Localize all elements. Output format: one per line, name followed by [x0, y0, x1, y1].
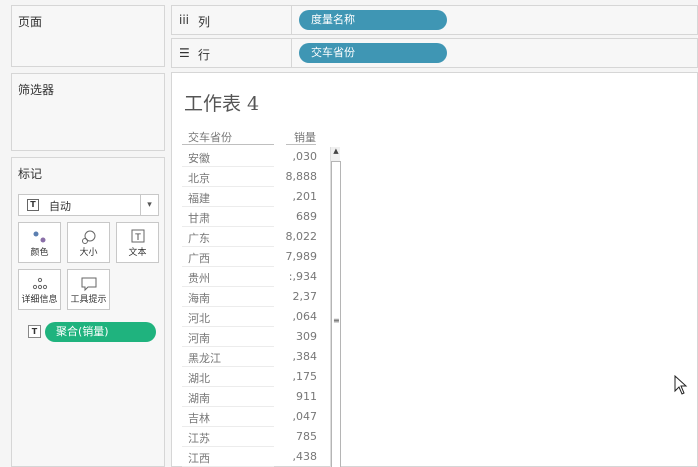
dropdown-arrow-icon[interactable]: ▾ [140, 195, 158, 215]
marks-field-row: T 聚合(销量) [28, 322, 158, 342]
rows-label: 行 [198, 48, 211, 62]
province-pill[interactable]: 交车省份 [299, 43, 447, 63]
table-row[interactable]: 广东 8,022 [182, 227, 317, 247]
scroll-thumb[interactable]: ≡ [331, 161, 341, 467]
province-cell: 湖北 [188, 372, 210, 385]
sales-cell: ,030 [292, 150, 318, 163]
tooltip-icon [68, 276, 109, 292]
columns-icon: iii [179, 13, 190, 27]
columns-label: 列 [198, 15, 211, 29]
sales-cell: 911 [296, 390, 317, 403]
province-cell: 广西 [188, 252, 210, 265]
sales-cell: :,934 [288, 270, 317, 283]
sales-cell: 689 [296, 210, 317, 223]
worksheet-view[interactable]: 工作表 4 交车省份 销量 安徽 ,030 北京 8,888 福建 ,201 甘肃 689 广东… [171, 72, 698, 467]
province-cell: 广东 [188, 232, 210, 245]
rows-shelf[interactable]: ☰ 行 交车省份 [171, 38, 698, 68]
province-cell: 吉林 [188, 412, 210, 425]
color-label: 颜色 [30, 248, 49, 258]
province-cell: 黑龙江 [188, 352, 221, 365]
sales-cell: ,064 [292, 310, 318, 323]
sales-cell: 2,37 [292, 290, 318, 303]
province-column-header[interactable]: 交车省份 [188, 129, 232, 145]
detail-label: 详细信息 [21, 295, 58, 305]
table-row[interactable]: 甘肃 689 [182, 207, 317, 227]
sales-cell: ,438 [292, 450, 318, 463]
filters-card[interactable]: 筛选器 [11, 73, 165, 151]
province-cell: 河北 [188, 312, 210, 325]
pages-card: 页面 [11, 5, 165, 67]
table-row[interactable]: 湖北 ,175 [182, 367, 317, 387]
pages-title: 页面 [18, 15, 43, 29]
grip-icon: ≡ [333, 316, 340, 325]
table-row[interactable]: 河南 309 [182, 327, 317, 347]
province-cell: 贵州 [188, 272, 210, 285]
table-row[interactable]: 湖南 911 [182, 387, 317, 407]
sum-sales-pill[interactable]: 聚合(销量) [45, 322, 156, 342]
table-row[interactable]: 安徽 ,030 [182, 147, 317, 167]
text-encoding-icon[interactable]: T [28, 325, 41, 338]
province-cell: 福建 [188, 192, 210, 205]
size-icon [68, 229, 109, 245]
table-row[interactable]: 福建 ,201 [182, 187, 317, 207]
detail-button[interactable]: 详细信息 [18, 269, 61, 310]
sales-cell: 309 [296, 330, 317, 343]
rows-icon: ☰ [179, 46, 190, 60]
shelf-divider [291, 6, 292, 34]
sheet-title: 工作表 4 [184, 93, 260, 115]
table-row[interactable]: 吉林 ,047 [182, 407, 317, 427]
detail-icon [19, 276, 60, 292]
sales-cell: 8,888 [285, 170, 318, 183]
tooltip-label: 工具提示 [70, 295, 107, 305]
province-cell: 江苏 [188, 432, 210, 445]
province-cell: 湖南 [188, 392, 210, 405]
mark-type-label: 自动 [49, 200, 71, 213]
tooltip-button[interactable]: 工具提示 [67, 269, 110, 310]
table-row[interactable]: 北京 8,888 [182, 167, 317, 187]
color-button[interactable]: 颜色 [18, 222, 61, 263]
header-underline [182, 144, 274, 145]
size-label: 大小 [79, 248, 98, 258]
sales-cell: 785 [296, 430, 317, 443]
vertical-scrollbar[interactable]: ▲ ≡ [330, 147, 341, 467]
table-row[interactable]: 河北 ,064 [182, 307, 317, 327]
table-row[interactable]: 江西 ,438 [182, 447, 317, 467]
sales-column-header[interactable]: 销量 [294, 129, 316, 145]
province-cell: 海南 [188, 292, 210, 305]
table-row[interactable]: 广西 7,989 [182, 247, 317, 267]
sales-cell: 8,022 [285, 230, 318, 243]
table-row[interactable]: 海南 2,37 [182, 287, 317, 307]
svg-text:T: T [134, 233, 141, 243]
filters-title: 筛选器 [18, 83, 55, 97]
measure-names-pill[interactable]: 度量名称 [299, 10, 447, 30]
marks-card: 标记 T 自动 ▾ 颜色 大小 T 文本 详细信息 工具提示 T 聚合(销量) [11, 157, 165, 467]
columns-shelf[interactable]: iii 列 度量名称 [171, 5, 698, 35]
text-mark-icon: T [27, 199, 39, 211]
mouse-cursor-icon [674, 375, 688, 395]
sales-cell: 7,989 [285, 250, 318, 263]
shelf-divider [291, 39, 292, 67]
province-cell: 河南 [188, 332, 210, 345]
size-button[interactable]: 大小 [67, 222, 110, 263]
header-underline [286, 144, 316, 145]
sales-cell: ,384 [292, 350, 318, 363]
text-button[interactable]: T 文本 [116, 222, 159, 263]
province-cell: 安徽 [188, 152, 210, 165]
text-label: 文本 [128, 248, 147, 258]
table-row[interactable]: 江苏 785 [182, 427, 317, 447]
province-cell: 江西 [188, 452, 210, 465]
sales-cell: ,047 [292, 410, 318, 423]
province-cell: 北京 [188, 172, 210, 185]
mark-type-dropdown[interactable]: T 自动 ▾ [18, 194, 159, 216]
text-icon: T [117, 229, 158, 245]
sales-cell: ,201 [292, 190, 318, 203]
table-row[interactable]: 黑龙江 ,384 [182, 347, 317, 367]
marks-title: 标记 [18, 167, 43, 181]
color-dots-icon [19, 229, 60, 245]
table-row[interactable]: 贵州 :,934 [182, 267, 317, 287]
sales-cell: ,175 [292, 370, 318, 383]
province-cell: 甘肃 [188, 212, 210, 225]
scroll-up-arrow-icon[interactable]: ▲ [331, 147, 341, 157]
